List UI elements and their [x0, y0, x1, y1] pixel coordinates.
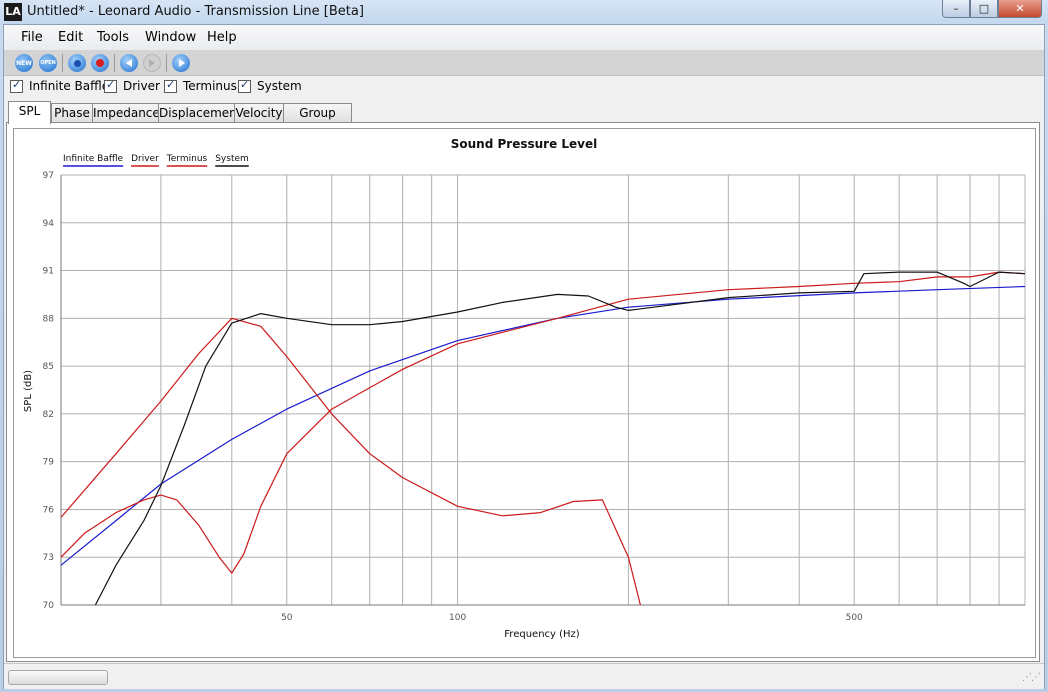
- y-tick-label: 88: [43, 314, 55, 324]
- checkbox-driver[interactable]: Driver: [104, 78, 160, 93]
- chart-plot-area: [60, 271, 1026, 606]
- back-icon[interactable]: [120, 54, 138, 72]
- forward-icon[interactable]: [143, 54, 161, 72]
- y-tick-label: 97: [43, 171, 54, 181]
- series-toggle-row: Infinite Baffle Driver Terminus System: [4, 76, 1044, 98]
- legend-entry: Driver: [131, 154, 159, 164]
- checkbox-box[interactable]: [10, 78, 23, 93]
- tab-phase[interactable]: Phase: [51, 103, 93, 123]
- menu-bar: File Edit Tools Window Help: [4, 25, 1044, 50]
- chart-title: Sound Pressure Level: [451, 137, 598, 151]
- menu-file[interactable]: File: [21, 30, 43, 45]
- checkbox-label: Infinite Baffle: [29, 79, 110, 93]
- app-window: LA Untitled* - Leonard Audio - Transmiss…: [0, 0, 1048, 692]
- chart-grid: [60, 174, 1026, 606]
- menu-edit[interactable]: Edit: [58, 30, 83, 45]
- minimize-button[interactable]: –: [942, 0, 970, 18]
- chart-frame: Sound Pressure Level Frequency (Hz) SPL …: [13, 128, 1036, 658]
- title-bar[interactable]: LA Untitled* - Leonard Audio - Transmiss…: [0, 0, 1048, 24]
- menu-help[interactable]: Help: [207, 30, 237, 45]
- menu-tools[interactable]: Tools: [97, 30, 129, 45]
- y-tick-label: 91: [43, 267, 54, 277]
- x-tick-label: 100: [449, 613, 466, 623]
- new-icon[interactable]: NEW: [15, 54, 33, 72]
- spl-chart: Sound Pressure Level Frequency (Hz) SPL …: [23, 137, 1026, 640]
- checkbox-system[interactable]: System: [238, 78, 302, 93]
- series-line-system: [94, 271, 1026, 606]
- checkbox-box[interactable]: [238, 78, 251, 93]
- series-line-driver: [60, 271, 1026, 574]
- window-title: Untitled* - Leonard Audio - Transmission…: [27, 4, 364, 19]
- record-icon[interactable]: [91, 54, 109, 72]
- checkbox-label: Terminus: [183, 79, 237, 93]
- x-tick-label: 50: [281, 613, 293, 623]
- y-tick-label: 76: [43, 505, 55, 515]
- checkbox-label: Driver: [123, 79, 160, 93]
- y-tick-label: 85: [43, 362, 54, 372]
- legend-entry: Terminus: [166, 154, 208, 164]
- toolbar: NEW OPEN: [4, 50, 1044, 76]
- tab-displacement[interactable]: Displacement: [158, 103, 242, 123]
- toolbar-separator: [62, 54, 63, 72]
- y-axis-label: SPL (dB): [23, 370, 34, 412]
- close-button[interactable]: ✕: [998, 0, 1042, 18]
- legend-entry: System: [215, 154, 249, 164]
- series-line-infinite-baffle: [60, 285, 1026, 566]
- play-icon[interactable]: [172, 54, 190, 72]
- client-area: File Edit Tools Window Help NEW OPEN ✓ I…: [3, 24, 1045, 689]
- status-bar: ⋰⋰: [4, 663, 1044, 689]
- menu-window[interactable]: Window: [145, 30, 196, 45]
- checkbox-label: System: [257, 79, 302, 93]
- tab-spl[interactable]: SPL: [8, 101, 51, 124]
- tab-velocity[interactable]: Velocity: [234, 103, 284, 123]
- open-icon[interactable]: OPEN: [39, 54, 57, 72]
- y-tick-label: 82: [43, 410, 54, 420]
- maximize-button[interactable]: □: [970, 0, 998, 18]
- y-tick-label: 70: [43, 601, 55, 611]
- y-tick-label: 79: [43, 458, 55, 468]
- checkbox-box[interactable]: [164, 78, 177, 93]
- horizontal-scrollbar[interactable]: [8, 670, 108, 685]
- x-tick-label: 500: [846, 613, 863, 623]
- x-axis-label: Frequency (Hz): [504, 629, 580, 640]
- toolbar-separator: [114, 54, 115, 72]
- chart-ticks: 70 73 76 79 82 85 88 91 94 97 50 100 500: [43, 171, 864, 623]
- app-logo-icon: LA: [4, 3, 22, 21]
- checkbox-infinite-baffle[interactable]: Infinite Baffle: [10, 78, 110, 93]
- tab-group-delay[interactable]: Group Delay: [283, 103, 352, 139]
- checkbox-terminus[interactable]: Terminus: [164, 78, 237, 93]
- checkbox-box[interactable]: [104, 78, 117, 93]
- tab-panel: Sound Pressure Level Frequency (Hz) SPL …: [6, 122, 1040, 662]
- y-tick-label: 94: [43, 219, 55, 229]
- resize-grip-icon[interactable]: ⋰⋰: [1022, 672, 1041, 683]
- legend-entry: Infinite Baffle: [63, 154, 124, 164]
- toolbar-separator: [166, 54, 167, 72]
- tab-impedance[interactable]: Impedance: [92, 103, 160, 123]
- stop-icon[interactable]: [68, 54, 86, 72]
- y-tick-label: 73: [43, 553, 54, 563]
- chart-legend: Infinite Baffle Driver Terminus System: [63, 154, 249, 167]
